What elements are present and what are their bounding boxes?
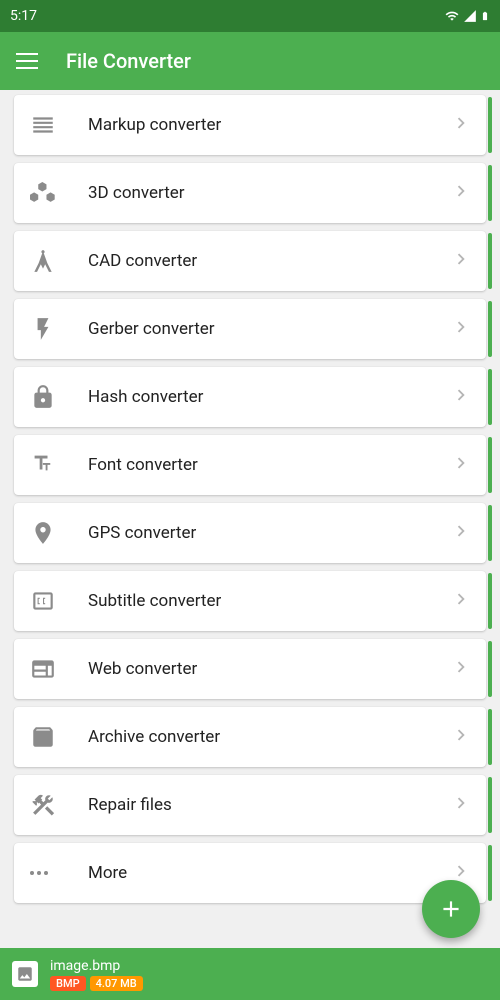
- chevron-right-icon: [450, 792, 472, 818]
- chevron-right-icon: [450, 112, 472, 138]
- chevron-right-icon: [450, 384, 472, 410]
- menu-icon[interactable]: [16, 53, 38, 69]
- status-bar: 5:17: [0, 0, 500, 32]
- font-icon: [30, 452, 88, 478]
- converter-list: Markup converter 3D converter CAD conver…: [0, 95, 500, 903]
- plus-icon: [438, 896, 464, 922]
- pin-icon: [30, 520, 88, 546]
- chevron-right-icon: [450, 180, 472, 206]
- chevron-right-icon: [450, 316, 472, 342]
- file-info: image.bmp BMP 4.07 MB: [50, 958, 143, 991]
- page-title: File Converter: [66, 49, 191, 73]
- list-item-repair[interactable]: Repair files: [14, 775, 486, 835]
- chevron-right-icon: [450, 520, 472, 546]
- app-bar: File Converter: [0, 32, 500, 90]
- file-bar[interactable]: image.bmp BMP 4.07 MB: [0, 948, 500, 1000]
- battery-icon: [480, 8, 490, 24]
- chevron-right-icon: [450, 248, 472, 274]
- file-name: image.bmp: [50, 958, 143, 974]
- list-item-label: Repair files: [88, 795, 450, 815]
- list-item-gerber[interactable]: Gerber converter: [14, 299, 486, 359]
- bolt-icon: [30, 316, 88, 342]
- cubes-icon: [30, 180, 88, 206]
- list-item-label: Archive converter: [88, 727, 450, 747]
- list-item-label: Font converter: [88, 455, 450, 475]
- image-icon: [16, 965, 34, 983]
- wifi-icon: [444, 9, 460, 23]
- list-item-label: GPS converter: [88, 523, 450, 543]
- file-format-badge: BMP: [50, 976, 86, 991]
- archive-icon: [30, 724, 88, 750]
- cc-icon: [30, 588, 88, 614]
- signal-icon: [462, 9, 478, 23]
- list-item-label: Subtitle converter: [88, 591, 450, 611]
- list-item-markup[interactable]: Markup converter: [14, 95, 486, 155]
- list-item-label: Web converter: [88, 659, 450, 679]
- list-item-label: 3D converter: [88, 183, 450, 203]
- chevron-right-icon: [450, 656, 472, 682]
- list-item-subtitle[interactable]: Subtitle converter: [14, 571, 486, 631]
- list-item-3d[interactable]: 3D converter: [14, 163, 486, 223]
- status-time: 5:17: [10, 8, 37, 24]
- list-item-cad[interactable]: CAD converter: [14, 231, 486, 291]
- list-item-hash[interactable]: Hash converter: [14, 367, 486, 427]
- status-icons: [444, 8, 490, 24]
- list-item-label: More: [88, 863, 450, 883]
- list-item-label: Hash converter: [88, 387, 450, 407]
- chevron-right-icon: [450, 588, 472, 614]
- file-size-badge: 4.07 MB: [90, 976, 143, 991]
- compass-icon: [30, 248, 88, 274]
- web-icon: [30, 656, 88, 682]
- add-button[interactable]: [422, 880, 480, 938]
- list-item-label: Markup converter: [88, 115, 450, 135]
- list-item-gps[interactable]: GPS converter: [14, 503, 486, 563]
- hammer-icon: [30, 792, 88, 818]
- more-icon: [30, 871, 88, 875]
- list-item-more[interactable]: More: [14, 843, 486, 903]
- lock-icon: [30, 384, 88, 410]
- list-item-font[interactable]: Font converter: [14, 435, 486, 495]
- list-item-label: Gerber converter: [88, 319, 450, 339]
- list-item-label: CAD converter: [88, 251, 450, 271]
- chevron-right-icon: [450, 452, 472, 478]
- chevron-right-icon: [450, 724, 472, 750]
- list-item-archive[interactable]: Archive converter: [14, 707, 486, 767]
- list-icon: [30, 112, 88, 138]
- list-item-web[interactable]: Web converter: [14, 639, 486, 699]
- file-thumbnail: [12, 961, 38, 987]
